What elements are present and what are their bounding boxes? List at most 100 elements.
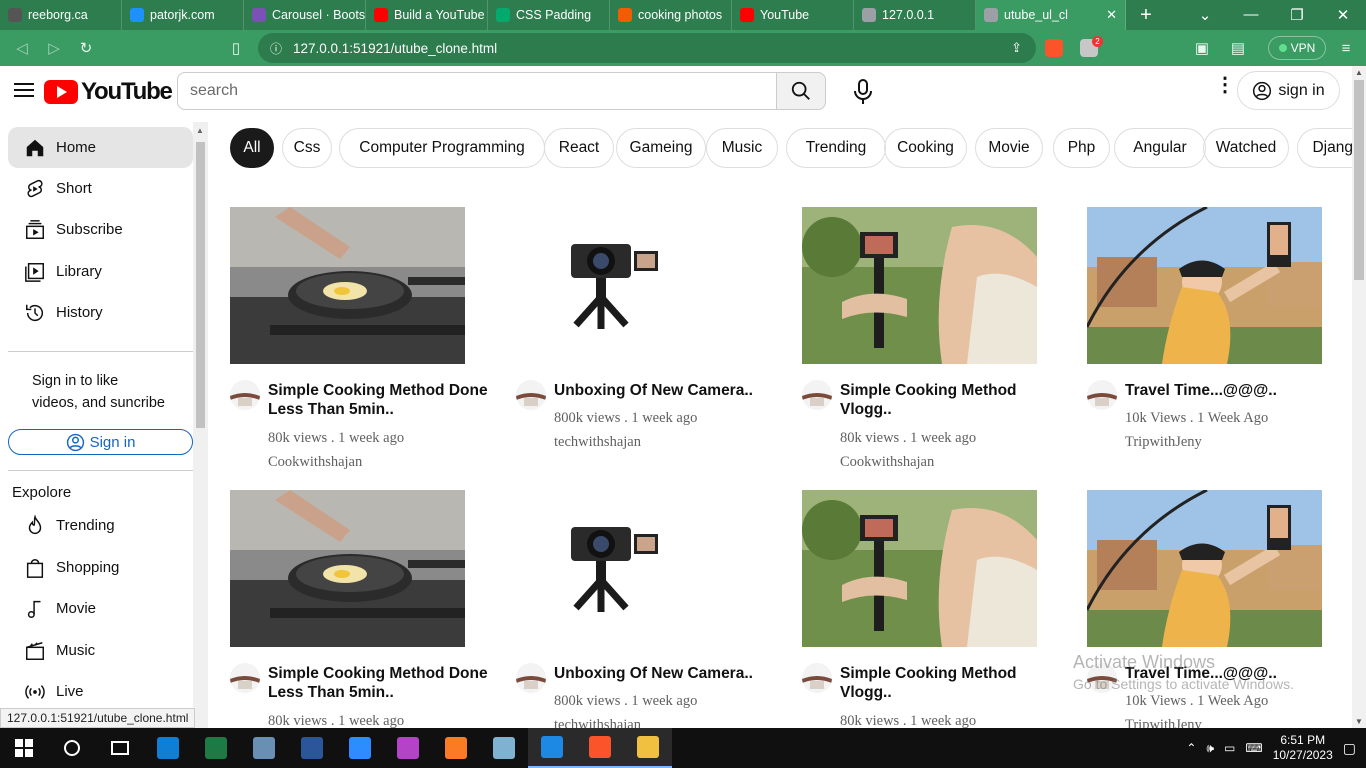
video-card[interactable]: Simple Cooking Method Done Less Than 5mi… <box>208 461 488 728</box>
taskbar-app[interactable] <box>192 728 240 768</box>
scroll-up-arrow-icon[interactable]: ▲ <box>196 126 204 135</box>
sidebar-item-live[interactable]: Live <box>8 671 193 712</box>
page-scroll-thumb[interactable] <box>1354 80 1364 280</box>
forward-button[interactable]: ▷ <box>38 39 70 57</box>
sidebar-item-music[interactable]: Music <box>8 630 193 671</box>
video-thumbnail[interactable] <box>516 207 751 364</box>
video-card[interactable]: Unboxing Of New Camera.. 800k views . 1 w… <box>494 461 764 728</box>
bookmark-icon[interactable]: ▯ <box>220 39 252 57</box>
video-card[interactable]: Unboxing Of New Camera.. 800k views . 1 w… <box>494 178 764 451</box>
chip-computer-programming[interactable]: Computer Programming <box>339 128 545 168</box>
browser-tab[interactable]: patorjk.com <box>122 0 244 30</box>
new-tab-button[interactable]: + <box>1126 4 1166 27</box>
address-bar[interactable]: ⓘ 127.0.0.1:51921/utube_clone.html ⇪ <box>258 33 1036 63</box>
sidebar-sign-in-button[interactable]: Sign in <box>8 429 193 455</box>
channel-avatar[interactable] <box>230 380 260 410</box>
chip-cooking[interactable]: Cooking <box>884 128 967 168</box>
site-info-icon[interactable]: ⓘ <box>270 40 282 57</box>
search-taskbar-button[interactable] <box>48 728 96 768</box>
chip-all[interactable]: All <box>230 128 274 168</box>
taskbar-app[interactable] <box>144 728 192 768</box>
reload-button[interactable]: ↻ <box>70 39 102 57</box>
maximize-button[interactable]: ❐ <box>1274 6 1320 24</box>
chip-css[interactable]: Css <box>282 128 332 168</box>
channel-avatar[interactable] <box>516 380 546 410</box>
video-title[interactable]: Unboxing Of New Camera.. <box>554 664 784 683</box>
video-title[interactable]: Simple Cooking Method Done Less Than 5mi… <box>268 381 498 419</box>
sidebar-item-subscribe[interactable]: Subscribe <box>8 209 193 250</box>
video-thumbnail[interactable] <box>802 207 1037 364</box>
hamburger-menu-icon[interactable] <box>14 83 34 97</box>
taskbar-app[interactable] <box>288 728 336 768</box>
notifications-icon[interactable]: ▢ <box>1343 740 1356 757</box>
page-scrollbar[interactable]: ▲ ▼ <box>1352 66 1366 728</box>
sidebar-item-home[interactable]: Home <box>8 127 193 168</box>
video-card[interactable]: Simple Cooking Method Vlogg.. 80k views .… <box>780 178 1050 470</box>
taskbar-app[interactable] <box>432 728 480 768</box>
sidebar-item-shopping[interactable]: Shopping <box>8 547 193 588</box>
chip-music[interactable]: Music <box>706 128 778 168</box>
chip-gameing[interactable]: Gameing <box>616 128 706 168</box>
scroll-up-arrow-icon[interactable]: ▲ <box>1355 68 1363 77</box>
video-card[interactable]: Travel Time...@@@.. 10k Views . 1 Week Ag… <box>1065 178 1335 451</box>
share-icon[interactable]: ⇪ <box>1011 40 1022 56</box>
wallet-icon[interactable]: ▤ <box>1222 39 1254 57</box>
channel-name[interactable]: TripwithJeny <box>1125 434 1202 451</box>
microphone-icon[interactable] <box>850 78 876 106</box>
brave-shields-icon[interactable] <box>1045 39 1063 57</box>
taskbar-app[interactable] <box>336 728 384 768</box>
sidebar-item-short[interactable]: Short <box>8 168 193 209</box>
sidebar-item-library[interactable]: Library <box>8 251 193 292</box>
network-wifi-icon[interactable]: ▭ <box>1224 741 1235 755</box>
channel-name[interactable]: techwithshajan <box>554 717 641 728</box>
video-thumbnail[interactable] <box>1087 490 1322 647</box>
video-thumbnail[interactable] <box>516 490 751 647</box>
browser-tab[interactable]: YouTube <box>732 0 854 30</box>
tray-chevron-icon[interactable]: ⌃ <box>1186 741 1196 755</box>
browser-tab[interactable]: CSS Padding <box>488 0 610 30</box>
taskbar-app[interactable] <box>240 728 288 768</box>
back-button[interactable]: ◁ <box>6 39 38 57</box>
chip-movie[interactable]: Movie <box>975 128 1043 168</box>
browser-tab[interactable]: reeborg.ca <box>0 0 122 30</box>
chip-trending[interactable]: Trending <box>786 128 886 168</box>
video-title[interactable]: Simple Cooking Method Done Less Than 5mi… <box>268 664 498 702</box>
channel-avatar[interactable] <box>230 663 260 693</box>
browser-tab[interactable]: utube_ul_cl ✕ <box>976 0 1126 30</box>
channel-avatar[interactable] <box>802 380 832 410</box>
video-thumbnail[interactable] <box>802 490 1037 647</box>
taskbar-clock[interactable]: 6:51 PM 10/27/2023 <box>1273 733 1333 763</box>
taskbar-app[interactable] <box>528 728 576 768</box>
browser-tab[interactable]: cooking photos <box>610 0 732 30</box>
video-thumbnail[interactable] <box>1087 207 1322 364</box>
taskbar-app[interactable] <box>480 728 528 768</box>
taskbar-app[interactable] <box>624 728 672 768</box>
tab-search-icon[interactable]: ⌄ <box>1182 6 1228 24</box>
browser-tab[interactable]: Build a YouTube <box>366 0 488 30</box>
chip-watched[interactable]: Watched <box>1203 128 1289 168</box>
scroll-down-arrow-icon[interactable]: ▼ <box>1355 717 1363 726</box>
channel-name[interactable]: techwithshajan <box>554 434 641 451</box>
video-title[interactable]: Travel Time...@@@.. <box>1125 381 1352 400</box>
channel-name[interactable]: TripwithJeny <box>1125 717 1202 728</box>
language-icon[interactable]: ⌨ <box>1245 741 1262 755</box>
sidebar-scroll-thumb[interactable] <box>196 142 205 428</box>
video-title[interactable]: Simple Cooking Method Vlogg.. <box>840 664 1070 702</box>
sidebar-toggle-icon[interactable]: ▣ <box>1186 39 1218 57</box>
close-window-button[interactable]: ✕ <box>1320 6 1366 24</box>
video-card[interactable]: Simple Cooking Method Done Less Than 5mi… <box>208 178 488 470</box>
brave-rewards-icon[interactable]: 2 <box>1080 36 1103 57</box>
video-card[interactable]: Simple Cooking Method Vlogg.. 80k views .… <box>780 461 1050 728</box>
volume-icon[interactable]: 🕪 <box>1206 741 1214 756</box>
search-button[interactable] <box>776 72 826 110</box>
youtube-logo[interactable]: YouTube <box>44 78 173 106</box>
vpn-button[interactable]: VPN <box>1268 36 1326 60</box>
video-thumbnail[interactable] <box>230 490 465 647</box>
menu-icon[interactable]: ≡ <box>1330 40 1362 57</box>
sidebar-item-movie[interactable]: Movie <box>8 588 193 629</box>
minimize-button[interactable]: — <box>1228 6 1274 24</box>
chip-react[interactable]: React <box>544 128 614 168</box>
channel-avatar[interactable] <box>1087 380 1117 410</box>
channel-avatar[interactable] <box>802 663 832 693</box>
close-tab-icon[interactable]: ✕ <box>1106 7 1117 23</box>
